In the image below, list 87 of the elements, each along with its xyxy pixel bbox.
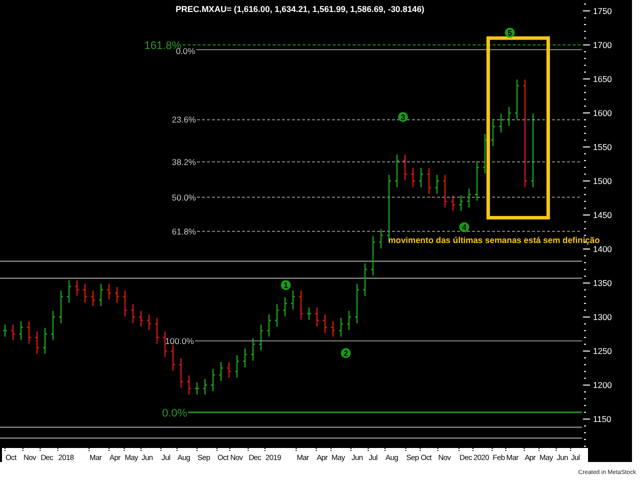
price-axis-label: 1450 (593, 210, 612, 220)
price-bar (122, 290, 128, 318)
price-bar (66, 280, 72, 304)
price-bar (114, 286, 120, 304)
price-bar (482, 133, 488, 174)
price-bar (442, 174, 448, 208)
price-bar (370, 235, 376, 276)
price-bar (138, 310, 144, 328)
price-bar (218, 361, 224, 382)
price-bar (50, 310, 56, 341)
price-bar (282, 296, 288, 318)
price-axis-label: 1500 (593, 176, 612, 186)
price-bar (458, 194, 464, 212)
price-bar (290, 290, 296, 310)
price-bar (242, 348, 248, 368)
price-bar (346, 310, 352, 331)
price-bar (298, 290, 304, 320)
price-bar (26, 320, 32, 344)
price-bar (450, 194, 456, 212)
price-bar (314, 306, 320, 328)
price-bar (306, 306, 312, 320)
price-bar (394, 154, 400, 188)
price-bar (514, 78, 520, 120)
price-bar (90, 290, 96, 307)
price-bar (250, 338, 256, 362)
price-bar (338, 317, 344, 338)
price-bar (362, 262, 368, 297)
wave-count-marker: 5 (504, 28, 515, 38)
wave-count-marker: 1 (280, 280, 291, 290)
wave-count-marker: 2 (340, 348, 351, 358)
price-bar (498, 112, 504, 134)
price-bar (10, 324, 16, 341)
fib-level: 100.0% (165, 336, 582, 346)
price-bar (426, 167, 432, 195)
price-bar (178, 358, 184, 388)
price-bar (58, 290, 64, 324)
price-bar (106, 283, 112, 300)
price-bar (146, 314, 152, 331)
price-bar (234, 354, 240, 378)
price-bar (490, 120, 496, 147)
price-bar (202, 378, 208, 396)
price-bar (466, 188, 472, 208)
fib-level: 0.0% (162, 407, 582, 420)
price-bar (34, 330, 40, 354)
price-bar (82, 283, 88, 304)
price-bar (434, 174, 440, 195)
price-axis-label: 1200 (593, 380, 612, 390)
price-bar (98, 283, 104, 307)
price-axis-label: 1700 (593, 40, 612, 50)
price-axis-label: 1300 (593, 312, 612, 322)
price-bar (18, 320, 24, 341)
chart-title: PREC.MXAU= (1,616.00, 1,634.21, 1,561.99, 1,586.69, -30.8146) (176, 4, 424, 14)
wave-count-marker: 3 (398, 112, 408, 122)
fib-level: 38.2% (172, 156, 582, 167)
price-bar (410, 167, 416, 188)
price-bar (194, 382, 200, 396)
price-bar (378, 228, 384, 249)
price-axis-label: 1750 (593, 6, 612, 16)
price-bar (2, 324, 8, 338)
price-axis-label: 1250 (593, 346, 612, 356)
fib-level: 50.0% (172, 192, 582, 202)
price-axis-label: 1600 (593, 108, 612, 118)
annotation-text: movimento das últimas semanas está sem definição (388, 235, 600, 245)
price-bar (170, 344, 176, 372)
price-bar (474, 160, 480, 202)
price-bar (402, 154, 408, 181)
price-bar (354, 283, 360, 324)
price-axis-label: 1400 (593, 244, 612, 254)
price-axis-label: 1650 (593, 74, 612, 84)
price-bar (186, 374, 192, 396)
price-bar (154, 317, 160, 344)
price-bar (42, 327, 48, 354)
price-bar (322, 314, 328, 334)
price-bar (274, 303, 280, 328)
price-bar (74, 280, 80, 297)
price-bar (210, 368, 216, 392)
price-axis-label: 1150 (593, 414, 612, 424)
price-bar (258, 324, 264, 352)
price-axis-label: 1350 (593, 278, 612, 288)
price-bar (130, 303, 136, 324)
price-axis-label: 1550 (593, 142, 612, 152)
wave-count-marker: 4 (459, 222, 470, 232)
price-bar (226, 361, 232, 378)
price-bar (418, 167, 424, 188)
price-bar (506, 106, 512, 127)
price-bar (330, 320, 336, 338)
price-bar (266, 314, 272, 338)
